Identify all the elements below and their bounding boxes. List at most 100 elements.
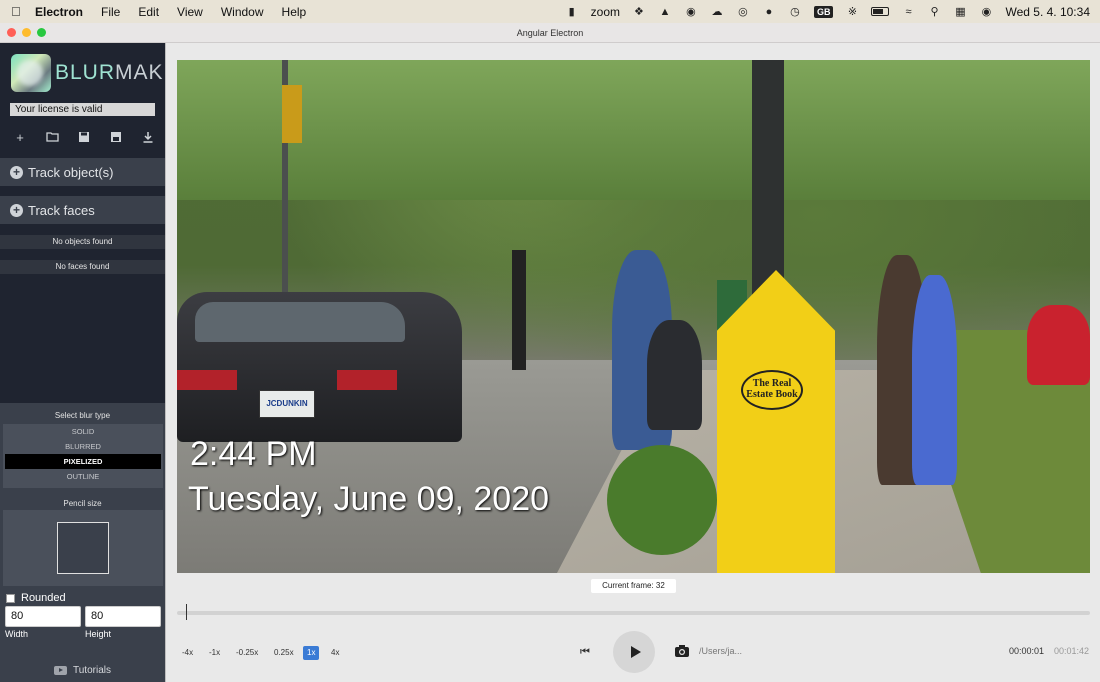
track-faces-button[interactable]: + Track faces xyxy=(0,196,165,224)
speed-025x[interactable]: 0.25x xyxy=(270,646,298,660)
pencil-size-title: Pencil size xyxy=(63,499,102,508)
video-overlay-date: Tuesday, June 09, 2020 xyxy=(188,480,550,518)
skip-back-icon[interactable]: ⏮ xyxy=(578,644,592,660)
video-stroller xyxy=(647,320,702,430)
menu-file[interactable]: File xyxy=(101,5,120,19)
window-titlebar: Angular Electron xyxy=(0,23,1100,43)
timeline-track[interactable] xyxy=(177,611,1090,615)
speed-1x[interactable]: 1x xyxy=(303,646,320,660)
blur-settings-panel: Select blur type SOLID BLURRED PIXELIZED… xyxy=(0,403,165,682)
traffic-lights xyxy=(7,28,46,37)
video-yellow-box: The Real Estate Book xyxy=(717,270,835,573)
search-icon[interactable]: ⚲ xyxy=(927,6,941,18)
menu-window[interactable]: Window xyxy=(221,5,264,19)
sidebar: BLURMAKER Your license is valid + + Trac… xyxy=(0,43,194,682)
close-window-button[interactable] xyxy=(7,28,16,37)
input-source-badge[interactable]: GB xyxy=(813,5,834,18)
car-plate: JCDUNKIN xyxy=(259,390,315,418)
camera-icon[interactable] xyxy=(674,644,690,658)
creative-cloud-icon[interactable]: ◉ xyxy=(684,6,698,18)
width-label: Width xyxy=(5,629,29,639)
save-as-icon[interactable] xyxy=(108,131,124,145)
blur-option-outline[interactable]: OUTLINE xyxy=(3,469,163,484)
menubar-clock[interactable]: Wed 5. 4. 10:34 xyxy=(1005,5,1090,19)
track-objects-button[interactable]: + Track object(s) xyxy=(0,158,165,186)
faces-empty-state: No faces found xyxy=(0,260,165,274)
clipboard-icon[interactable]: ▮ xyxy=(565,6,579,18)
menu-app-name[interactable]: Electron xyxy=(35,5,83,19)
rounded-label: Rounded xyxy=(21,592,66,604)
tutorials-link[interactable]: Tutorials xyxy=(0,665,165,676)
play-button[interactable] xyxy=(613,631,655,673)
window-title: Angular Electron xyxy=(516,27,584,38)
car-taillight xyxy=(337,370,397,390)
objects-empty-state: No objects found xyxy=(0,235,165,249)
height-label: Height xyxy=(85,629,112,639)
timeline-playhead[interactable] xyxy=(186,604,187,620)
video-car: JCDUNKIN xyxy=(177,292,462,442)
plus-circle-icon: + xyxy=(10,203,23,217)
dropbox-icon[interactable]: ❖ xyxy=(632,6,646,18)
battery-icon[interactable] xyxy=(871,7,890,16)
control-center-icon[interactable]: ▦ xyxy=(953,6,967,18)
blur-type-title: Select blur type xyxy=(54,411,111,420)
blur-option-solid[interactable]: SOLID xyxy=(3,424,163,439)
pencil-size-preview xyxy=(3,510,163,586)
time-current: 00:00:01 xyxy=(1009,646,1045,656)
file-path: /Users/ja... xyxy=(699,646,743,656)
speed-minus-025x[interactable]: -0.25x xyxy=(232,646,262,660)
video-bush xyxy=(607,445,717,555)
tutorials-label: Tutorials xyxy=(73,665,111,676)
video-overlay-time: 2:44 PM xyxy=(190,435,317,473)
up-arrow-icon[interactable]: ▲ xyxy=(658,6,672,18)
toolbar: + xyxy=(12,131,156,145)
download-icon[interactable] xyxy=(140,131,156,145)
menu-edit[interactable]: Edit xyxy=(138,5,159,19)
time-machine-icon[interactable]: ◷ xyxy=(788,6,802,18)
car-window xyxy=(195,302,405,342)
bluetooth-icon[interactable]: ※ xyxy=(845,6,859,18)
macos-menubar:  Electron File Edit View Window Help ▮ … xyxy=(0,0,1100,23)
time-total: 00:01:42 xyxy=(1054,646,1090,656)
video-person xyxy=(912,275,957,485)
video-pole xyxy=(512,250,526,370)
video-trees xyxy=(177,60,1090,200)
youtube-icon xyxy=(54,666,67,675)
menu-help[interactable]: Help xyxy=(282,5,307,19)
rounded-checkbox[interactable] xyxy=(6,593,15,603)
zoom-status[interactable]: zoom xyxy=(591,5,620,19)
logo-mark-icon xyxy=(11,54,51,92)
cloud-icon[interactable]: ☁ xyxy=(710,6,724,18)
track-objects-label: Track object(s) xyxy=(28,164,114,180)
apple-menu-icon[interactable]:  xyxy=(11,4,23,19)
vpn-icon[interactable]: ● xyxy=(762,6,776,18)
track-faces-label: Track faces xyxy=(28,202,95,218)
plus-circle-icon: + xyxy=(10,165,23,179)
main-area: JCDUNKIN The Real Estate Book 2:44 PM Tu… xyxy=(165,43,1100,682)
globe-icon[interactable]: ◎ xyxy=(736,6,750,18)
speed-minus-4x[interactable]: -4x xyxy=(178,646,197,660)
traffic-signal xyxy=(282,85,302,143)
zoom-window-button[interactable] xyxy=(37,28,46,37)
status-area: ▮ zoom ❖ ▲ ◉ ☁ ◎ ● ◷ GB ※ ≈ ⚲ ▦ ◉ Wed 5.… xyxy=(565,0,1090,23)
speed-4x[interactable]: 4x xyxy=(327,646,343,660)
add-icon[interactable]: + xyxy=(12,131,28,145)
rounded-checkbox-row[interactable]: Rounded xyxy=(6,592,66,604)
save-icon[interactable] xyxy=(76,131,92,145)
folder-open-icon[interactable] xyxy=(44,131,60,145)
blur-option-pixelized[interactable]: PIXELIZED xyxy=(5,454,161,469)
pencil-size-square xyxy=(57,522,109,574)
current-frame-badge: Current frame: 32 xyxy=(591,579,676,593)
speed-minus-1x[interactable]: -1x xyxy=(205,646,224,660)
video-canvas[interactable]: JCDUNKIN The Real Estate Book 2:44 PM Tu… xyxy=(177,60,1090,573)
siri-icon[interactable]: ◉ xyxy=(979,6,993,18)
width-input[interactable]: 80 xyxy=(5,606,81,627)
car-taillight xyxy=(177,370,237,390)
minimize-window-button[interactable] xyxy=(22,28,31,37)
wifi-icon[interactable]: ≈ xyxy=(901,6,915,18)
height-input[interactable]: 80 xyxy=(85,606,161,627)
box-sign: The Real Estate Book xyxy=(741,370,803,410)
license-status: Your license is valid xyxy=(10,103,155,116)
blur-option-blurred[interactable]: BLURRED xyxy=(3,439,163,454)
menu-view[interactable]: View xyxy=(177,5,203,19)
